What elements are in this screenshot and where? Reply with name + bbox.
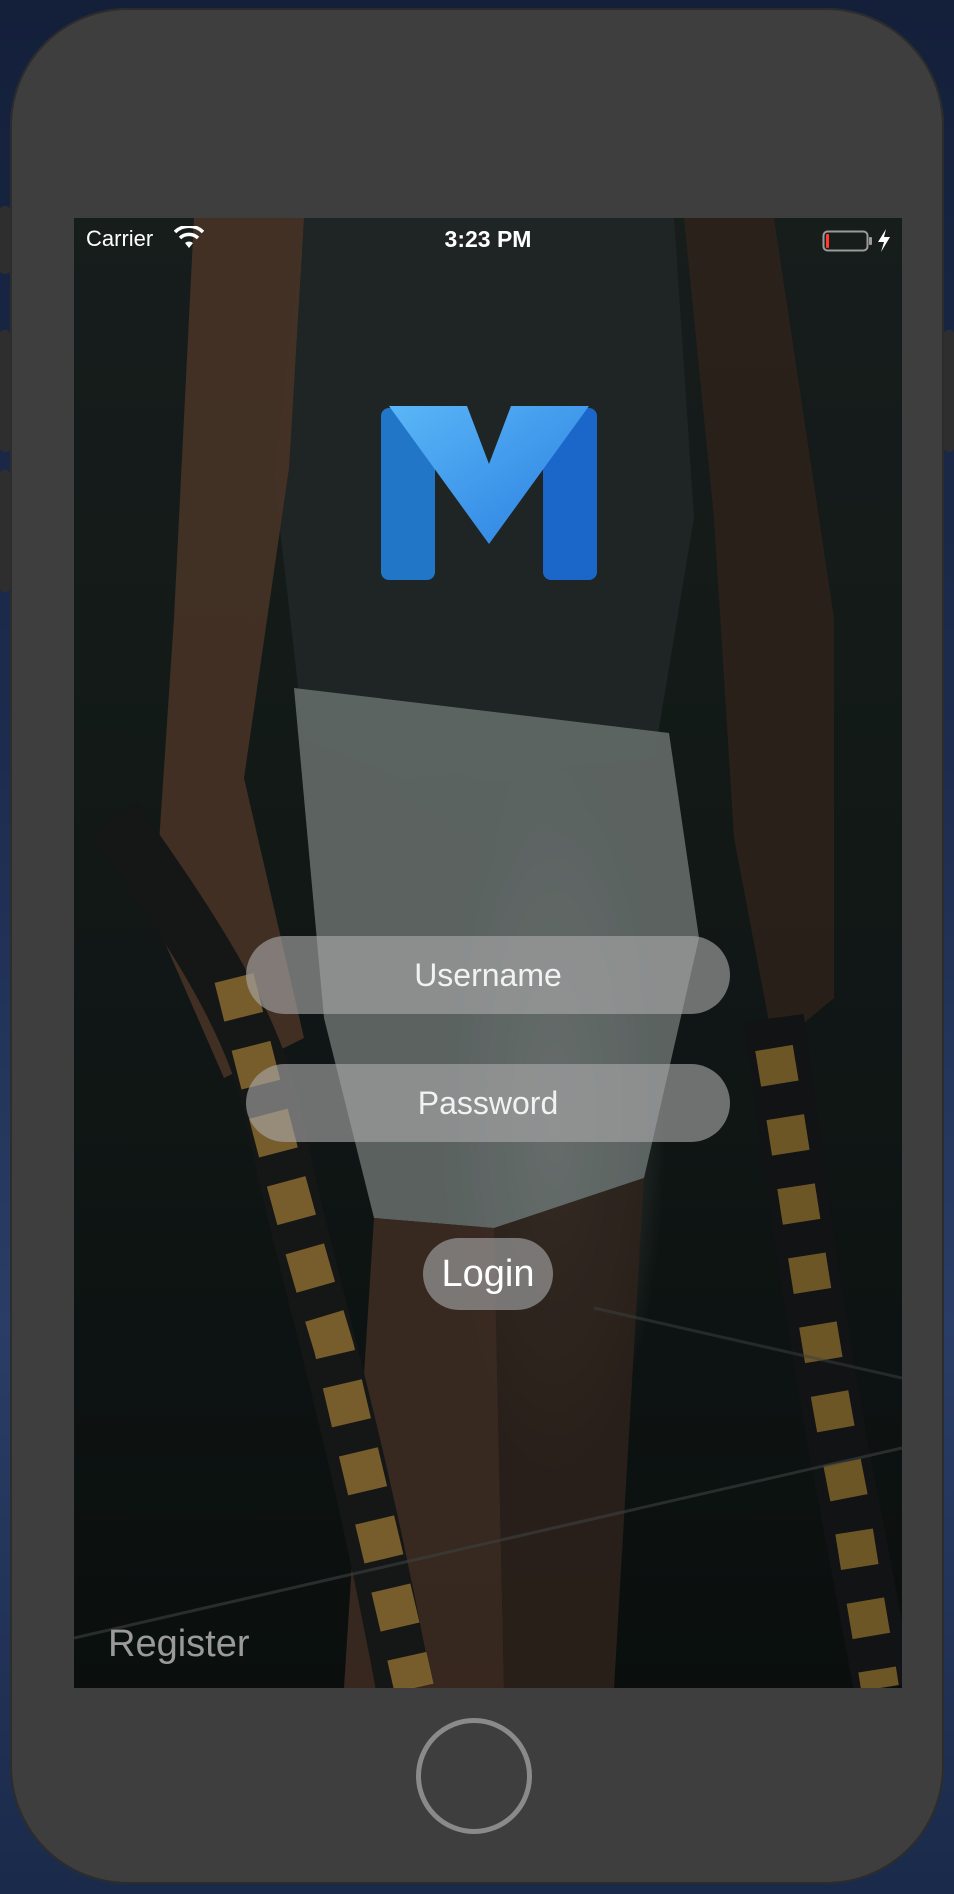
app-screen: Carrier 3:23 PM Username Login Register: [74, 218, 902, 1688]
login-button[interactable]: Login: [423, 1238, 553, 1310]
charging-bolt-icon: [878, 229, 890, 252]
home-button[interactable]: [416, 1718, 532, 1834]
clock-time: 3:23 PM: [444, 226, 532, 252]
register-link[interactable]: Register: [108, 1623, 250, 1666]
password-input[interactable]: [246, 1064, 730, 1142]
status-bar: Carrier 3:23 PM: [74, 218, 902, 258]
username-input[interactable]: [246, 936, 730, 1014]
m-logo-icon: [381, 406, 597, 580]
mute-switch: [0, 206, 10, 274]
power-button: [944, 330, 954, 452]
volume-up-button: [0, 330, 10, 452]
volume-down-button: [0, 470, 10, 592]
battery-low-icon: [822, 229, 890, 252]
phone-device: Carrier 3:23 PM Username Login Register: [0, 8, 954, 1884]
